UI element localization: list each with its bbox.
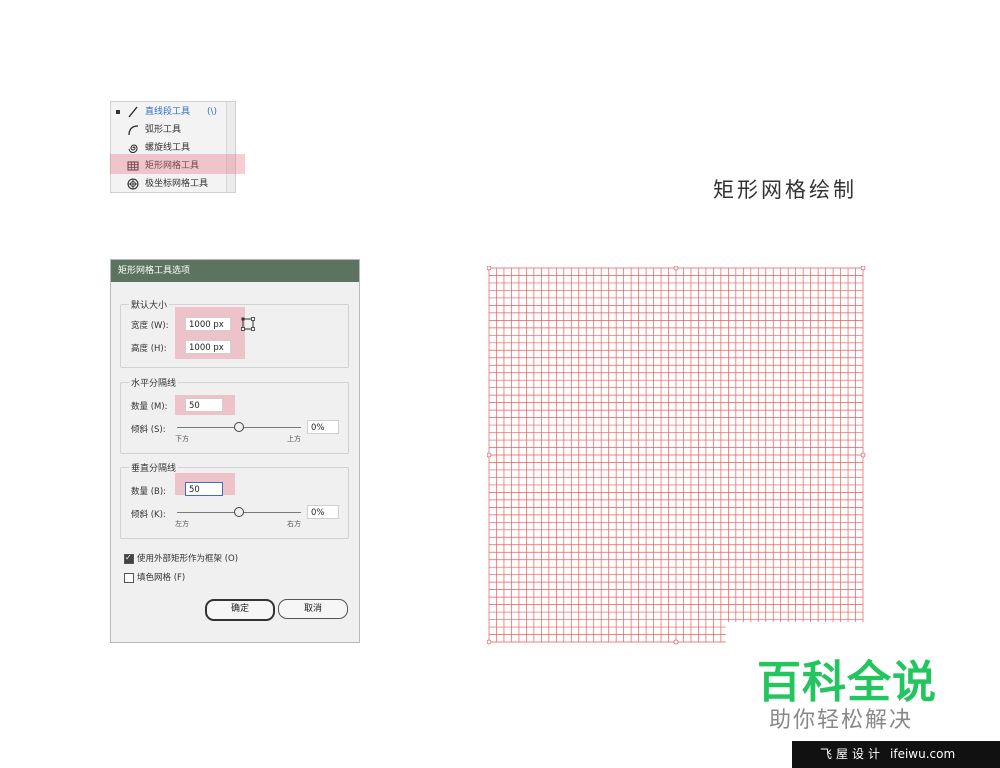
vertical-dividers-group: 垂直分隔线 数量 (B): 50 倾斜 (K): 0% 左方 右方 xyxy=(120,461,349,539)
selection-handle xyxy=(487,452,492,458)
arc-icon xyxy=(128,125,139,136)
footer-bar: 飞屋设计 ifeiwu.com xyxy=(792,741,1000,768)
height-field[interactable]: 1000 px xyxy=(185,340,231,354)
selection-handle xyxy=(673,639,679,645)
slogan-watermark: 助你轻松解决 xyxy=(769,708,914,733)
spiral-icon xyxy=(128,144,138,153)
default-size-label: 默认大小 xyxy=(129,298,170,311)
menu-item-shortcut: (\) xyxy=(207,107,218,117)
vertical-skew-field[interactable]: 0% xyxy=(307,505,339,519)
rectangular-grid-artwork[interactable] xyxy=(487,266,867,646)
selection-handle xyxy=(673,266,679,271)
use-outer-rect-label: 使用外部矩形作为框架 (O) xyxy=(137,554,239,564)
selection-handle xyxy=(487,266,492,271)
fill-grid-checkbox[interactable] xyxy=(124,573,134,583)
menu-scrollbar[interactable] xyxy=(226,102,235,192)
menu-item-polar-grid[interactable]: 极坐标网格工具 xyxy=(111,175,235,193)
menu-selection-highlight xyxy=(110,154,245,174)
reference-point-icon[interactable] xyxy=(241,317,255,331)
horizontal-dividers-group: 水平分隔线 数量 (M): 50 倾斜 (S): 0% 下方 上方 xyxy=(120,376,349,454)
brand-watermark: 百科全说 xyxy=(757,657,937,708)
grid-lines xyxy=(488,267,864,643)
selection-handle xyxy=(860,266,866,271)
use-outer-rect-checkbox[interactable] xyxy=(124,553,134,564)
vertical-skew-left-tick: 左方 xyxy=(175,520,189,528)
horizontal-skew-field[interactable]: 0% xyxy=(307,420,339,434)
horizontal-count-field[interactable]: 50 xyxy=(185,398,223,412)
selection-handle xyxy=(487,639,492,645)
tool-flyout-menu: 直线段工具 (\) 弧形工具 螺旋线工具 矩形网格工具 极坐标网格工具 xyxy=(110,101,236,193)
vertical-skew-label: 倾斜 (K): xyxy=(131,510,166,520)
page-title: 矩形网格绘制 xyxy=(713,178,857,202)
vertical-count-label: 数量 (B): xyxy=(131,487,167,497)
fill-grid-label: 填色网格 (F) xyxy=(137,573,186,583)
polar-grid-icon xyxy=(127,178,139,190)
menu-item-arc[interactable]: 弧形工具 xyxy=(111,121,235,139)
vertical-count-field[interactable]: 50 xyxy=(185,482,223,496)
menu-item-label: 极坐标网格工具 xyxy=(145,179,209,189)
width-field[interactable]: 1000 px xyxy=(185,317,231,331)
dialog-title: 矩形网格工具选项 xyxy=(111,260,359,282)
horizontal-dividers-label: 水平分隔线 xyxy=(129,376,179,389)
horizontal-skew-left-tick: 下方 xyxy=(175,435,189,443)
footer-text: 飞屋设计 xyxy=(820,747,885,761)
line-segment-icon xyxy=(128,106,138,118)
menu-item-line-segment[interactable]: 直线段工具 (\) xyxy=(111,103,235,121)
horizontal-skew-thumb[interactable] xyxy=(234,422,244,432)
active-tool-bullet xyxy=(116,110,120,114)
menu-item-label: 弧形工具 xyxy=(145,125,182,135)
vertical-dividers-label: 垂直分隔线 xyxy=(129,461,179,474)
rectangular-grid-options-dialog: 矩形网格工具选项 默认大小 宽度 (W): 1000 px 高度 (H): 10… xyxy=(110,259,360,643)
default-size-group: 默认大小 宽度 (W): 1000 px 高度 (H): 1000 px xyxy=(120,298,349,368)
vertical-skew-right-tick: 右方 xyxy=(287,520,301,528)
horizontal-skew-right-tick: 上方 xyxy=(287,435,301,443)
horizontal-count-label: 数量 (M): xyxy=(131,402,168,412)
horizontal-skew-label: 倾斜 (S): xyxy=(131,425,166,435)
footer-url: ifeiwu.com xyxy=(890,747,956,761)
selection-handle xyxy=(860,452,866,458)
width-label: 宽度 (W): xyxy=(131,321,169,331)
ok-button[interactable]: 确定 xyxy=(205,599,275,621)
menu-item-label: 直线段工具 xyxy=(145,107,191,117)
cancel-button[interactable]: 取消 xyxy=(278,599,348,619)
height-label: 高度 (H): xyxy=(131,344,167,354)
vertical-skew-thumb[interactable] xyxy=(234,507,244,517)
